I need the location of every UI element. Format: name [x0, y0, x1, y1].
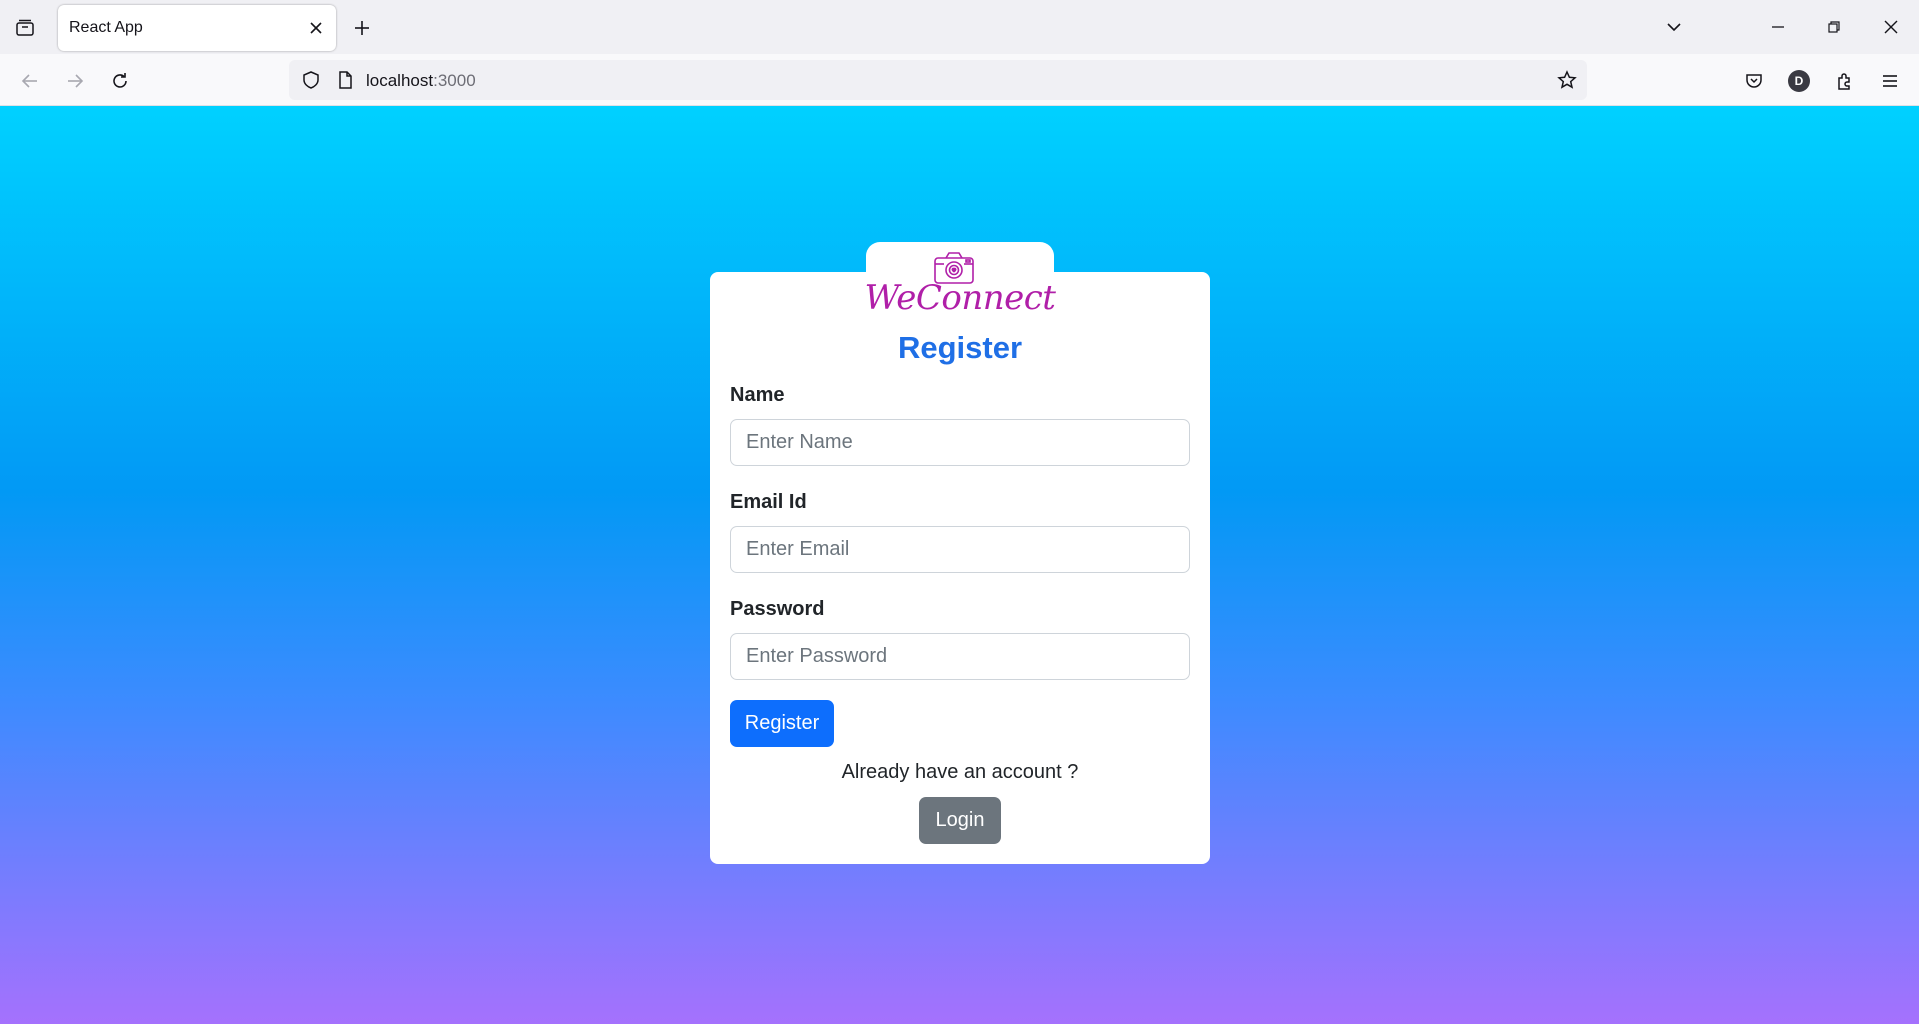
email-input[interactable] [730, 526, 1190, 573]
pocket-icon[interactable] [1738, 65, 1770, 97]
login-button[interactable]: Login [919, 797, 1001, 844]
register-button[interactable]: Register [730, 700, 834, 747]
shield-icon[interactable] [299, 68, 323, 92]
forward-arrow-icon[interactable] [59, 65, 91, 97]
minimize-icon[interactable] [1762, 12, 1794, 42]
url-bar[interactable]: localhost:3000 [289, 60, 1587, 100]
url-port: :3000 [433, 71, 476, 90]
page-icon[interactable] [333, 68, 357, 92]
url-host: localhost [366, 71, 434, 90]
tab-list-icon[interactable] [11, 14, 39, 42]
close-icon[interactable] [304, 16, 328, 40]
brand-logo: WeConnect [864, 278, 1056, 318]
star-icon[interactable] [1555, 68, 1579, 92]
page-background: WeConnect Register Name Email Id Passwor… [0, 106, 1919, 1024]
name-input[interactable] [730, 419, 1190, 466]
close-window-icon[interactable] [1875, 12, 1907, 42]
extensions-icon[interactable] [1829, 65, 1861, 97]
browser-toolbar: localhost:3000 D [0, 54, 1919, 106]
already-account-text: Already have an account ? [841, 761, 1079, 783]
avatar: D [1788, 70, 1810, 92]
email-label: Email Id [730, 491, 807, 513]
back-arrow-icon[interactable] [14, 65, 46, 97]
name-label: Name [730, 384, 785, 406]
tab-title: React App [69, 19, 143, 36]
url-text: localhost:3000 [366, 71, 476, 91]
reload-icon[interactable] [104, 65, 136, 97]
password-input[interactable] [730, 633, 1190, 680]
menu-icon[interactable] [1874, 65, 1906, 97]
plus-icon[interactable] [348, 14, 376, 42]
browser-tab-bar: React App [0, 0, 1919, 54]
password-label: Password [730, 598, 825, 620]
page-title: Register [897, 330, 1023, 365]
restore-icon[interactable] [1818, 12, 1850, 42]
account-button[interactable]: D [1783, 65, 1815, 97]
browser-tab[interactable]: React App [58, 5, 336, 51]
chevron-down-icon[interactable] [1658, 12, 1690, 42]
